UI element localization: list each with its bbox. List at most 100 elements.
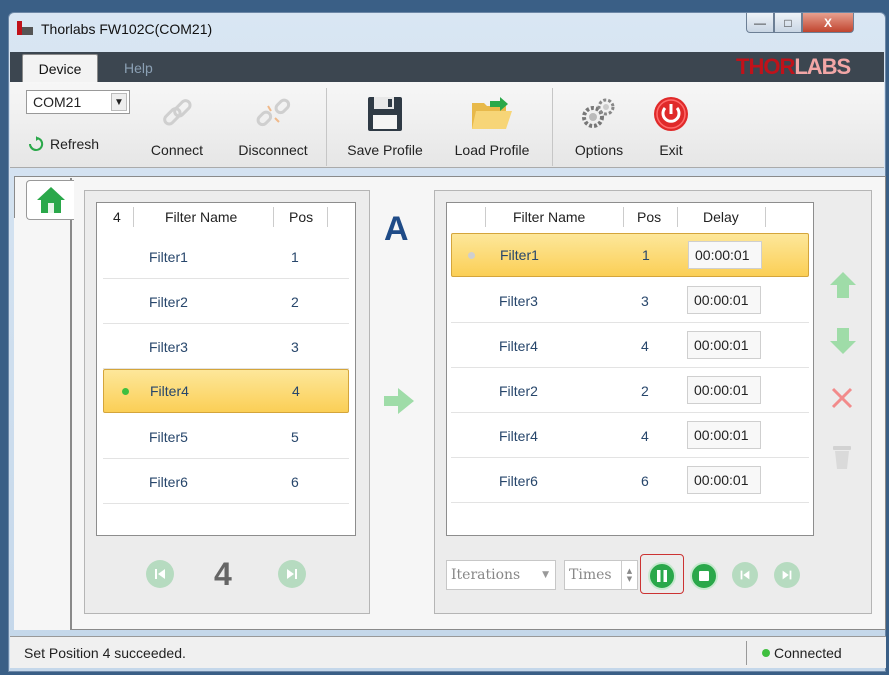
trash-icon — [833, 446, 851, 469]
filter-row-selected[interactable]: Filter4 4 — [103, 369, 349, 413]
sequence-list: Filter Name Pos Delay Filter1 1 00:00:01… — [446, 202, 814, 536]
ribbon-toolbar: COM21 ▼ Refresh Connect Disconnect Save … — [10, 82, 884, 168]
spinner-icon[interactable]: ▲ ▼ — [621, 561, 637, 589]
filter-pos: 5 — [291, 428, 299, 445]
delay-input[interactable]: 00:00:01 — [687, 331, 761, 359]
power-icon — [654, 97, 688, 131]
refresh-icon — [29, 136, 44, 151]
pause-icon — [657, 570, 667, 582]
filter-name-header: Filter Name — [165, 209, 238, 225]
exit-button[interactable]: Exit — [644, 86, 698, 158]
seq-filter-name-header: Filter Name — [513, 209, 586, 225]
sequence-row[interactable]: Filter3 3 00:00:01 — [451, 279, 809, 323]
load-profile-label: Load Profile — [454, 142, 530, 158]
ribbon-separator — [552, 88, 553, 166]
filter-list: 4 Filter Name Pos Filter1 1 Filter2 2 Fi… — [96, 202, 356, 536]
step-forward-button[interactable] — [774, 562, 800, 588]
app-logo-icon — [17, 21, 33, 35]
options-label: Options — [574, 142, 624, 158]
brand-labs: LABS — [794, 54, 851, 79]
options-button[interactable]: Options — [564, 86, 634, 158]
open-folder-icon — [472, 97, 512, 129]
seq-filter-name: Filter2 — [499, 382, 538, 399]
skip-forward-icon — [287, 569, 297, 579]
seq-filter-name: Filter4 — [499, 337, 538, 354]
seq-filter-pos: 2 — [641, 382, 649, 399]
times-input[interactable]: Times ▲ ▼ — [564, 560, 638, 590]
connect-button[interactable]: Connect — [144, 86, 210, 158]
save-profile-button[interactable]: Save Profile — [340, 86, 430, 158]
seq-filter-pos: 6 — [641, 472, 649, 489]
com-port-select[interactable]: COM21 ▼ — [26, 90, 130, 114]
tab-home[interactable] — [26, 180, 74, 220]
skip-forward-icon — [782, 570, 792, 580]
header-separator — [485, 207, 486, 227]
close-button[interactable]: X — [802, 13, 854, 33]
sequence-row[interactable]: Filter2 2 00:00:01 — [451, 369, 809, 413]
chevron-down-icon: ▼ — [542, 570, 549, 580]
broken-chain-icon — [256, 98, 291, 127]
status-message: Set Position 4 succeeded. — [24, 645, 186, 661]
sequence-row[interactable]: Filter4 4 00:00:01 — [451, 414, 809, 458]
step-back-button[interactable] — [732, 562, 758, 588]
disconnect-label: Disconnect — [238, 142, 308, 158]
delay-input[interactable]: 00:00:01 — [687, 466, 761, 494]
iterations-value: Iterations — [451, 567, 521, 583]
side-strip — [14, 218, 72, 630]
step-indicator-icon — [468, 252, 475, 259]
skip-back-icon — [155, 569, 165, 579]
disconnect-button[interactable]: Disconnect — [228, 86, 318, 158]
minimize-button[interactable]: — — [746, 13, 774, 33]
move-down-button[interactable] — [830, 328, 856, 357]
seq-filter-pos: 4 — [641, 337, 649, 354]
filter-row[interactable]: Filter1 1 — [103, 235, 349, 279]
seq-pos-header: Pos — [637, 209, 662, 225]
filter-row[interactable]: Filter6 6 — [103, 460, 349, 504]
tab-help[interactable]: Help — [124, 60, 153, 76]
pause-button[interactable] — [648, 562, 676, 590]
save-profile-label: Save Profile — [347, 142, 423, 158]
refresh-button[interactable]: Refresh — [28, 136, 99, 152]
delay-input[interactable]: 00:00:01 — [687, 376, 761, 404]
chevron-down-icon[interactable]: ▼ — [111, 93, 127, 111]
filter-row[interactable]: Filter5 5 — [103, 415, 349, 459]
seq-filter-name: Filter1 — [500, 247, 539, 263]
arrow-up-icon — [830, 272, 856, 298]
delay-input[interactable]: 00:00:01 — [688, 241, 762, 269]
sequence-row[interactable]: Filter4 4 00:00:01 — [451, 324, 809, 368]
seq-delay-header: Delay — [703, 209, 739, 225]
arrow-down-icon — [830, 328, 856, 354]
seq-filter-name: Filter4 — [499, 427, 538, 444]
filter-row[interactable]: Filter3 3 — [103, 325, 349, 369]
previous-position-button[interactable] — [146, 560, 174, 588]
maximize-button[interactable]: □ — [774, 13, 802, 33]
delay-input[interactable]: 00:00:01 — [687, 286, 761, 314]
delete-x-icon — [831, 387, 853, 409]
header-separator — [677, 207, 678, 227]
add-to-sequence-button[interactable] — [384, 388, 414, 417]
mode-label: A — [384, 210, 409, 248]
filter-name: Filter5 — [149, 428, 188, 445]
seq-filter-pos: 4 — [641, 427, 649, 444]
move-up-button[interactable] — [830, 272, 856, 301]
window-title: Thorlabs FW102C(COM21) — [41, 21, 213, 37]
stop-button[interactable] — [690, 562, 718, 590]
remove-step-button[interactable] — [830, 386, 854, 413]
filter-row[interactable]: Filter2 2 — [103, 280, 349, 324]
filter-pos: 3 — [291, 338, 299, 355]
gears-icon — [582, 98, 615, 128]
tab-device[interactable]: Device — [22, 54, 98, 82]
load-profile-button[interactable]: Load Profile — [442, 86, 542, 158]
skip-back-icon — [740, 570, 750, 580]
sequence-row-selected[interactable]: Filter1 1 00:00:01 — [451, 233, 809, 277]
iterations-select[interactable]: Iterations ▼ — [446, 560, 556, 590]
sequence-row[interactable]: Filter6 6 00:00:01 — [451, 459, 809, 503]
current-position: 4 — [214, 556, 232, 592]
seq-filter-pos: 3 — [641, 292, 649, 309]
next-position-button[interactable] — [278, 560, 306, 588]
seq-filter-pos: 1 — [642, 247, 650, 263]
exit-label: Exit — [659, 142, 683, 158]
filter-name: Filter6 — [149, 473, 188, 490]
delay-input[interactable]: 00:00:01 — [687, 421, 761, 449]
clear-sequence-button[interactable] — [832, 444, 852, 473]
